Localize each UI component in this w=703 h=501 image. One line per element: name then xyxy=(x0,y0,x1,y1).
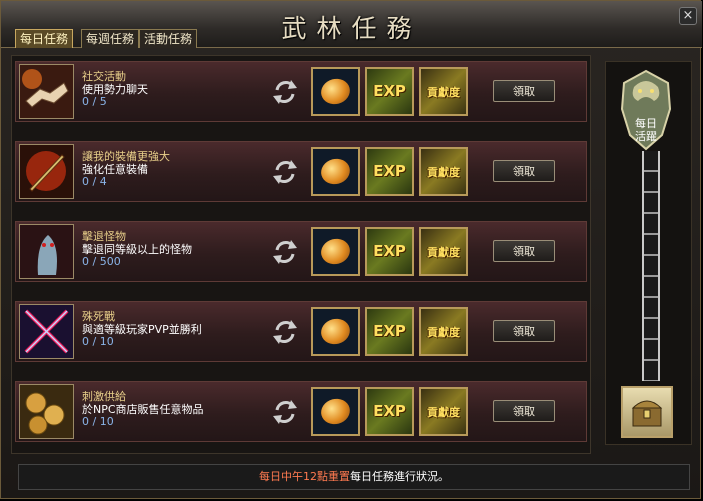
reward-exp-slot[interactable]: EXP xyxy=(365,307,414,356)
sword-forge-icon xyxy=(19,144,74,199)
refresh-icon[interactable] xyxy=(269,156,301,188)
contribution-label: 貢獻度 xyxy=(427,406,460,419)
gold-coin-icon xyxy=(318,235,353,268)
claim-button[interactable]: 領取 xyxy=(493,240,555,262)
gold-coin-icon xyxy=(318,155,353,188)
contribution-label: 貢獻度 xyxy=(427,246,460,259)
exp-label: EXP xyxy=(373,82,406,100)
reset-time-text: 每日中午12點重置 xyxy=(259,470,350,483)
reward-contribution-slot[interactable]: 貢獻度 xyxy=(419,307,468,356)
gold-coin-icon xyxy=(318,75,353,108)
treasure-chest-button[interactable] xyxy=(621,386,673,438)
quest-row: 殊死戰 與適等級玩家PVP並勝利 0 / 10 EXP 貢獻度 領取 xyxy=(15,301,587,362)
exp-label: EXP xyxy=(373,322,406,340)
gold-coin-icon xyxy=(318,395,353,428)
claim-button[interactable]: 領取 xyxy=(493,400,555,422)
claim-button[interactable]: 領取 xyxy=(493,320,555,342)
quest-progress: 0 / 4 xyxy=(82,175,107,188)
quest-row: 讓我的裝備更強大 強化任意裝備 0 / 4 EXP 貢獻度 領取 xyxy=(15,141,587,202)
reward-exp-slot[interactable]: EXP xyxy=(365,227,414,276)
quest-progress: 0 / 10 xyxy=(82,335,114,348)
quest-row: 社交活動 使用勢力聊天 0 / 5 EXP 貢獻度 領取 xyxy=(15,61,587,122)
daily-activity-label: 每日 活躍 xyxy=(635,117,657,143)
reward-exp-slot[interactable]: EXP xyxy=(365,387,414,436)
reward-exp-slot[interactable]: EXP xyxy=(365,147,414,196)
reward-gold-slot[interactable] xyxy=(311,147,360,196)
footer-status-text: 每日任務進行狀況。 xyxy=(350,470,449,483)
claim-button[interactable]: 領取 xyxy=(493,160,555,182)
crossed-swords-icon xyxy=(19,304,74,359)
handshake-icon xyxy=(19,64,74,119)
refresh-icon[interactable] xyxy=(269,236,301,268)
reward-contribution-slot[interactable]: 貢獻度 xyxy=(419,147,468,196)
reward-contribution-slot[interactable]: 貢獻度 xyxy=(419,227,468,276)
treasure-chest-icon xyxy=(631,400,663,427)
status-footer: 每日中午12點重置每日任務進行狀況。 xyxy=(18,464,690,490)
quest-progress: 0 / 5 xyxy=(82,95,107,108)
reward-exp-slot[interactable]: EXP xyxy=(365,67,414,116)
reward-contribution-slot[interactable]: 貢獻度 xyxy=(419,387,468,436)
close-button[interactable]: × xyxy=(679,7,697,25)
daily-quest-window: 武林任務 × 每日任務 每週任務 活動任務 社交活動 使用勢力聊天 0 / 5 … xyxy=(0,0,702,499)
reward-gold-slot[interactable] xyxy=(311,307,360,356)
quest-row: 擊退怪物 擊退同等級以上的怪物 0 / 500 EXP 貢獻度 領取 xyxy=(15,221,587,282)
quest-row: 刺激供給 於NPC商店販售任意物品 0 / 10 EXP 貢獻度 領取 xyxy=(15,381,587,442)
quest-list: 社交活動 使用勢力聊天 0 / 5 EXP 貢獻度 領取 讓我的裝備更強大 強化… xyxy=(11,55,591,454)
reward-gold-slot[interactable] xyxy=(311,227,360,276)
quest-progress: 0 / 10 xyxy=(82,415,114,428)
tab-daily[interactable]: 每日任務 xyxy=(15,29,74,48)
exp-label: EXP xyxy=(373,402,406,420)
refresh-icon[interactable] xyxy=(269,316,301,348)
tab-weekly[interactable]: 每週任務 xyxy=(81,29,140,48)
quest-progress: 0 / 500 xyxy=(82,255,121,268)
contribution-label: 貢獻度 xyxy=(427,86,460,99)
monster-icon xyxy=(19,224,74,279)
refresh-icon[interactable] xyxy=(269,76,301,108)
refresh-icon[interactable] xyxy=(269,396,301,428)
coins-icon xyxy=(19,384,74,439)
reward-gold-slot[interactable] xyxy=(311,67,360,116)
reward-contribution-slot[interactable]: 貢獻度 xyxy=(419,67,468,116)
claim-button[interactable]: 領取 xyxy=(493,80,555,102)
activity-progress-track xyxy=(642,151,660,381)
contribution-label: 貢獻度 xyxy=(427,326,460,339)
exp-label: EXP xyxy=(373,242,406,260)
tab-event[interactable]: 活動任務 xyxy=(139,29,198,48)
reward-gold-slot[interactable] xyxy=(311,387,360,436)
gold-coin-icon xyxy=(318,315,353,348)
exp-label: EXP xyxy=(373,162,406,180)
contribution-label: 貢獻度 xyxy=(427,166,460,179)
